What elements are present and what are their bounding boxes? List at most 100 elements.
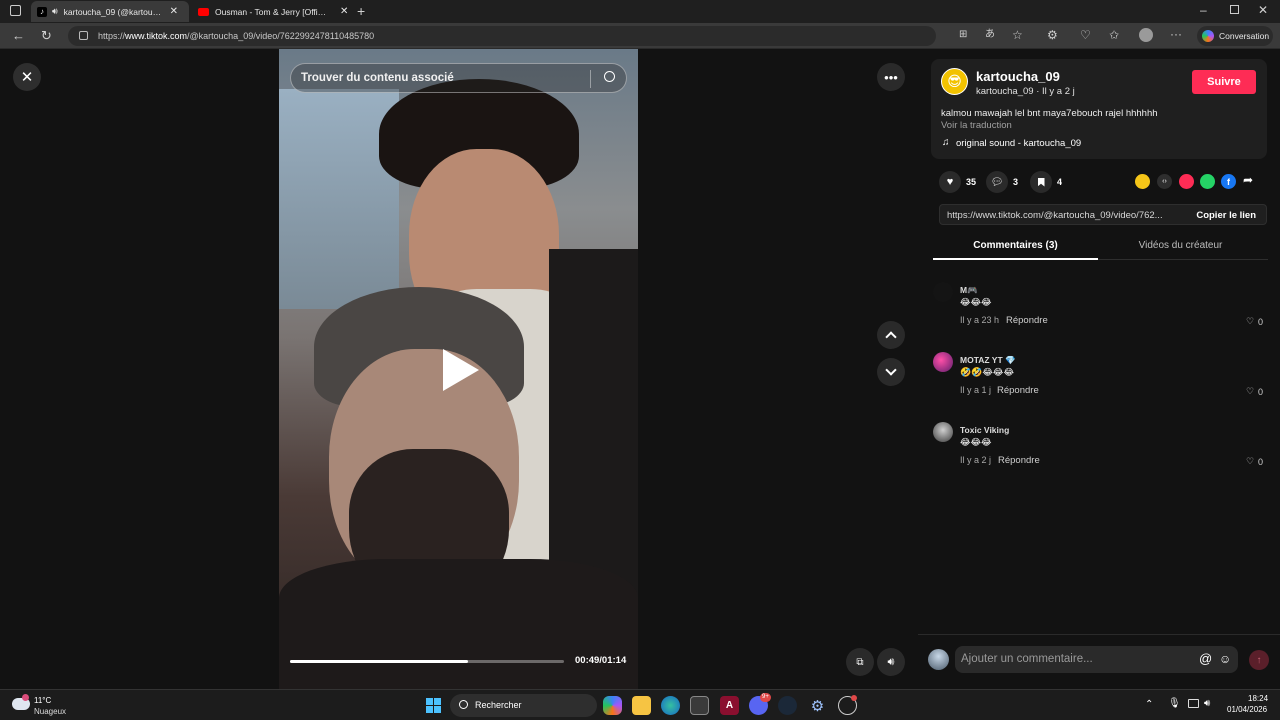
author-subtitle: kartoucha_09 · Il y a 2 j xyxy=(976,86,1075,97)
adobe-app-icon[interactable]: A xyxy=(720,696,739,715)
bookmark-icon xyxy=(1030,171,1052,193)
author-avatar[interactable]: 😎 xyxy=(941,68,968,95)
tab-comments[interactable]: Commentaires (3) xyxy=(933,240,1098,251)
address-bar[interactable]: https://www.tiktok.com/@kartoucha_09/vid… xyxy=(68,26,936,46)
commenter-avatar[interactable] xyxy=(933,352,953,372)
comment-input[interactable]: Ajouter un commentaire... @ ☺ xyxy=(955,646,1238,673)
comment-like-heart-icon[interactable]: ♡ xyxy=(1246,456,1254,467)
search-icon xyxy=(459,700,468,709)
reply-link[interactable]: Répondre xyxy=(1006,315,1048,326)
post-comment-button[interactable]: ↑ xyxy=(1249,650,1269,670)
details-panel: 😎 kartoucha_09 kartoucha_09 · Il y a 2 j… xyxy=(918,49,1280,689)
commenter-name[interactable]: MOTAZ YT 💎 xyxy=(960,355,1016,366)
extensions-icon[interactable]: ⚙ xyxy=(1047,29,1058,41)
music-note-icon: ♫ xyxy=(942,137,950,148)
commenter-name[interactable]: M🎮 xyxy=(960,285,978,296)
tab-actions-icon[interactable] xyxy=(10,5,21,16)
comment-item: Toxic Viking 😂😂😂 Il y a 2 j Répondre ♡ 0 xyxy=(933,422,1268,482)
clock-date[interactable]: 01/04/2026 xyxy=(1227,705,1267,714)
close-video-button[interactable]: ✕ xyxy=(13,63,41,91)
search-icon[interactable] xyxy=(604,71,615,82)
search-divider xyxy=(590,70,591,88)
show-hidden-icons-chevron-up-icon[interactable]: ⌃ xyxy=(1145,699,1153,710)
volume-button[interactable]: 🔊︎ xyxy=(877,648,905,676)
translate-icon[interactable]: あ xyxy=(985,30,995,40)
previous-video-button[interactable] xyxy=(877,321,905,349)
taskbar-search[interactable]: Rechercher xyxy=(450,694,597,717)
follow-button[interactable]: Suivre xyxy=(1192,70,1256,94)
sound-name[interactable]: original sound - kartoucha_09 xyxy=(956,138,1081,149)
share-arrow-icon[interactable]: ➦ xyxy=(1243,173,1253,187)
maximize-icon[interactable] xyxy=(1230,5,1239,14)
emoji-icon[interactable]: ☺ xyxy=(1219,652,1231,666)
embed-icon[interactable]: ‹› xyxy=(1157,174,1172,189)
comment-time: Il y a 2 j xyxy=(960,455,992,465)
send-to-friends-icon[interactable] xyxy=(1179,174,1194,189)
reply-link[interactable]: Répondre xyxy=(997,385,1039,396)
copy-link-button[interactable]: Copier le lien xyxy=(1196,210,1256,221)
save-stat[interactable]: 4 xyxy=(1030,171,1062,193)
steam-icon[interactable] xyxy=(778,696,797,715)
play-icon[interactable] xyxy=(443,349,479,391)
taskbar-search-label: Rechercher xyxy=(475,700,522,710)
more-options-button[interactable]: ••• xyxy=(877,63,905,91)
floating-player-button[interactable]: ⧉ xyxy=(846,648,874,676)
commenter-name[interactable]: Toxic Viking xyxy=(960,425,1009,435)
video-progress-bar[interactable] xyxy=(290,660,564,663)
reply-link[interactable]: Répondre xyxy=(998,455,1040,466)
settings-gear-icon[interactable]: ⚙ xyxy=(808,696,827,715)
comment-like-heart-icon[interactable]: ♡ xyxy=(1246,316,1254,327)
video-player[interactable]: Trouver du contenu associé 00:49/01:14 xyxy=(279,49,638,689)
author-username[interactable]: kartoucha_09 xyxy=(976,69,1060,84)
favorites-icon[interactable]: ✩ xyxy=(1109,29,1119,41)
comment-like-heart-icon[interactable]: ♡ xyxy=(1246,386,1254,397)
conversation-label: Conversation xyxy=(1219,31,1270,41)
comment-input-placeholder: Ajouter un commentaire... xyxy=(961,653,1093,665)
audio-playing-icon[interactable]: 🔊︎ xyxy=(52,6,58,17)
favorite-star-icon[interactable]: ☆ xyxy=(1012,29,1023,41)
more-menu-icon[interactable]: ··· xyxy=(1170,28,1182,40)
copilot-app-icon[interactable] xyxy=(603,696,622,715)
copilot-conversation-button[interactable]: Conversation xyxy=(1197,26,1273,46)
site-info-icon[interactable] xyxy=(79,31,88,40)
comment-stat[interactable]: 💬︎ 3 xyxy=(986,171,1018,193)
back-icon[interactable]: ← xyxy=(12,29,25,42)
minimize-icon[interactable]: – xyxy=(1200,4,1207,16)
tab-tiktok[interactable]: ♪ 🔊︎ kartoucha_09 (@kartoucha_... ✕ xyxy=(31,1,189,22)
edge-browser-icon[interactable] xyxy=(661,696,680,715)
refresh-icon[interactable]: ↻ xyxy=(41,29,52,42)
new-tab-icon[interactable]: + xyxy=(357,4,365,18)
browser-toolbar: ← ↻ https://www.tiktok.com/@kartoucha_09… xyxy=(0,23,1280,49)
tab-youtube[interactable]: Ousman - Tom & Jerry [Official Vi... ✕ xyxy=(192,1,350,22)
display-icon[interactable] xyxy=(1188,699,1199,708)
weather-widget[interactable]: 11°C Nuageux xyxy=(12,694,82,718)
clock-time[interactable]: 18:24 xyxy=(1248,694,1268,703)
browser-essentials-icon[interactable]: ♡ xyxy=(1080,29,1091,41)
microphone-icon[interactable]: 🎙︎ xyxy=(1168,698,1181,709)
commenter-avatar[interactable] xyxy=(933,422,953,442)
video-caption: kalmou mawajah lel bnt maya7ebouch rajel… xyxy=(941,108,1158,119)
repost-icon[interactable] xyxy=(1135,174,1150,189)
file-explorer-icon[interactable] xyxy=(632,696,651,715)
tab-title: Ousman - Tom & Jerry [Official Vi... xyxy=(215,6,330,17)
microsoft-store-icon[interactable] xyxy=(690,696,709,715)
speaker-icon[interactable]: 🔊︎ xyxy=(1204,698,1210,709)
like-stat[interactable]: ♥ 35 xyxy=(939,171,976,193)
windows-start-icon[interactable] xyxy=(426,698,441,713)
whatsapp-icon[interactable] xyxy=(1200,174,1215,189)
url-host: www.tiktok.com xyxy=(125,31,188,41)
mention-icon[interactable]: @ xyxy=(1199,651,1212,666)
author-card: 😎 kartoucha_09 kartoucha_09 · Il y a 2 j… xyxy=(931,59,1267,159)
next-video-button[interactable] xyxy=(877,358,905,386)
app-available-icon[interactable]: ⊞ xyxy=(959,30,967,40)
close-tab-icon[interactable]: ✕ xyxy=(340,6,348,17)
commenter-avatar[interactable] xyxy=(933,282,953,302)
video-search-bar[interactable]: Trouver du contenu associé xyxy=(290,63,627,93)
profile-avatar-icon[interactable] xyxy=(1139,28,1153,42)
facebook-icon[interactable]: f xyxy=(1221,174,1236,189)
tab-creator-videos[interactable]: Vidéos du créateur xyxy=(1098,240,1263,251)
close-window-icon[interactable]: ✕ xyxy=(1258,4,1268,16)
current-user-avatar[interactable] xyxy=(928,649,949,670)
close-tab-icon[interactable]: ✕ xyxy=(170,6,178,17)
translate-link[interactable]: Voir la traduction xyxy=(941,120,1012,131)
